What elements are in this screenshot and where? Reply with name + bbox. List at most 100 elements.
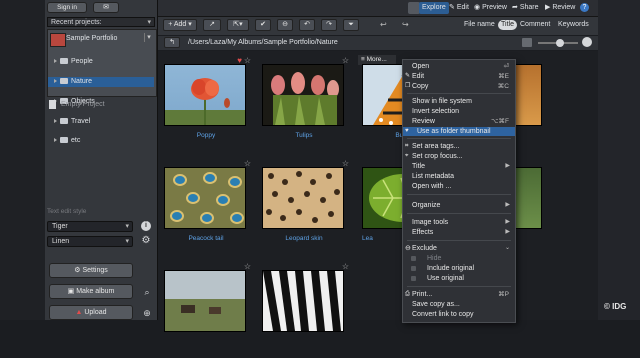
thumbnail-card[interactable]: ☆ Leopard skin: [256, 157, 352, 255]
zoom-max-icon[interactable]: [582, 37, 592, 47]
tag-icon: ⌗: [405, 143, 409, 149]
thumbnail-caption[interactable]: Leopard skin: [256, 235, 352, 242]
export-icon: ↗: [209, 21, 215, 28]
upload-icon: ▲: [75, 309, 83, 316]
tab-edit[interactable]: ✎ Edit: [449, 2, 469, 14]
menu-item-print[interactable]: ⎙ Print... ⌘P: [403, 290, 515, 299]
rotate-right-button[interactable]: ↷: [321, 19, 337, 31]
view-mode-icon[interactable]: [522, 38, 532, 47]
submenu-arrow-icon: ▶: [505, 219, 510, 225]
megaphone-icon: ✉: [103, 4, 109, 11]
menu-item-effects[interactable]: Effects ▶: [403, 228, 515, 237]
style-heading-label: Text edit style: [47, 208, 87, 215]
menu-item-invert-selection[interactable]: Invert selection: [403, 107, 515, 116]
thumbnail-card[interactable]: ☆ Peacock tail: [158, 157, 254, 255]
info-icon[interactable]: i: [141, 221, 151, 231]
add-button[interactable]: + Add ▾: [163, 19, 197, 31]
upload-button[interactable]: ▲ Upload: [49, 305, 133, 320]
search-icon[interactable]: ⌕: [141, 286, 153, 298]
print-icon: ⎙: [405, 291, 410, 297]
undo-icon[interactable]: ↩: [380, 20, 387, 29]
thumbnail-caption[interactable]: Tulips: [256, 132, 352, 139]
frame-select[interactable]: Linen ▾: [47, 236, 133, 247]
sort-file-name[interactable]: File name: [464, 21, 495, 28]
thumbnail-image: [262, 64, 344, 126]
thumbnail-card[interactable]: ♥ ☆ Poppy: [158, 54, 254, 152]
tree-root[interactable]: Sample Portfolio: [66, 34, 146, 44]
expand-arrow-icon: [54, 119, 57, 124]
help-icon[interactable]: ?: [580, 3, 589, 12]
album-icon: ▣: [67, 288, 75, 295]
tree-item-etc[interactable]: etc: [54, 136, 154, 146]
menu-item-include-original[interactable]: Include original: [403, 264, 515, 273]
filter-button[interactable]: ⏷: [343, 19, 359, 31]
menu-item-use-as-folder-thumbnail[interactable]: ♥ Use as folder thumbnail: [403, 127, 515, 136]
export-button[interactable]: ↗: [203, 19, 221, 31]
tab-review[interactable]: ▶ Review: [545, 2, 575, 14]
tab-share[interactable]: ➦ Share: [512, 2, 539, 14]
tab-preview[interactable]: ◉ Preview: [474, 2, 507, 14]
menu-item-image-tools[interactable]: Image tools ▶: [403, 218, 515, 227]
checkbox[interactable]: [411, 276, 416, 281]
up-folder-button[interactable]: ↰: [164, 37, 180, 48]
tree-item-travel[interactable]: Travel: [54, 117, 154, 127]
menu-item-save-copy-as[interactable]: Save copy as...: [403, 300, 515, 309]
review-icon: ▶: [545, 4, 551, 11]
submenu-arrow-icon: ▶: [505, 163, 510, 169]
zoom-icon[interactable]: ⊕: [141, 307, 153, 319]
thumbnail-card[interactable]: ☆ Tulips: [256, 54, 352, 152]
megaphone-button[interactable]: ✉: [93, 2, 119, 13]
thumbnail-card[interactable]: ☆: [256, 260, 352, 358]
menu-item-label: Invert selection: [412, 108, 460, 115]
exclude-button[interactable]: ⊖: [277, 19, 293, 31]
style-select[interactable]: Tiger ▾: [47, 221, 133, 232]
thumbnail-image: [514, 64, 542, 126]
menu-item-open-with[interactable]: Open with ...: [403, 182, 515, 191]
thumbnail-image: [262, 270, 344, 332]
redo-icon[interactable]: ↪: [402, 20, 409, 29]
menu-item-review[interactable]: Review ⌥⌘F: [403, 117, 515, 126]
upload-label: Upload: [84, 309, 107, 316]
menu-item-use-original[interactable]: Use original: [403, 274, 515, 283]
menu-item-organize[interactable]: Organize ▶: [403, 201, 515, 210]
sign-in-button[interactable]: Sign in: [47, 2, 87, 13]
menu-item-convert-link-to-copy[interactable]: Convert link to copy: [403, 310, 515, 319]
submenu-arrow-icon: ▶: [505, 229, 510, 235]
thumbnail-caption[interactable]: Poppy: [158, 132, 254, 139]
make-album-button[interactable]: ▣ Make album: [49, 284, 133, 299]
recent-projects-select[interactable]: Recent projects: ▾: [47, 17, 155, 27]
tree-item-people[interactable]: People: [54, 57, 154, 67]
menu-shortcut: ⌥⌘F: [491, 118, 509, 125]
rotate-left-button[interactable]: ↶: [299, 19, 315, 31]
thumbnail-image: [164, 64, 246, 126]
checkbox[interactable]: [411, 266, 416, 271]
menu-item-copy[interactable]: ❐ Copy ⌘C: [403, 82, 515, 91]
menu-item-title[interactable]: Title ▶: [403, 162, 515, 171]
menu-item-exclude[interactable]: ⊖ Exclude ⌄: [403, 244, 515, 253]
slider-handle[interactable]: [556, 39, 564, 47]
empty-project-item[interactable]: Empty Project: [47, 99, 155, 111]
watermark-text: © IDG: [604, 302, 627, 311]
tab-explore[interactable]: Explore: [419, 2, 449, 14]
sort-keywords[interactable]: Keywords: [558, 21, 589, 28]
menu-item-set-area-tags[interactable]: ⌗ Set area tags...: [403, 142, 515, 151]
settings-button[interactable]: ⚙ Settings: [49, 263, 133, 278]
zoom-slider[interactable]: [538, 39, 578, 47]
arrange-icon: ⇱▾: [233, 21, 243, 28]
gear-icon[interactable]: ⚙: [140, 235, 152, 247]
menu-item-edit[interactable]: ✎ Edit ⌘E: [403, 72, 515, 81]
thumbnail-caption[interactable]: Peacock tail: [158, 235, 254, 242]
arrange-button[interactable]: ⇱▾: [227, 19, 249, 31]
menu-shortcut: ⌘C: [497, 83, 509, 90]
menu-item-show-in-file-system[interactable]: Show in file system: [403, 97, 515, 106]
tree-item-nature[interactable]: Nature: [48, 77, 154, 87]
menu-item-list-metadata[interactable]: List metadata: [403, 172, 515, 181]
menu-item-set-crop-focus[interactable]: ⌖ Set crop focus...: [403, 152, 515, 161]
tree-menu-button[interactable]: ▾: [144, 33, 153, 42]
menu-shortcut: ⌘P: [498, 291, 509, 298]
sort-title[interactable]: Title: [498, 20, 517, 30]
thumbnail-card[interactable]: ☆: [158, 260, 254, 358]
menu-item-open[interactable]: Open ⏎: [403, 62, 515, 71]
sort-comment[interactable]: Comment: [520, 21, 550, 28]
approve-button[interactable]: ✔: [255, 19, 271, 31]
